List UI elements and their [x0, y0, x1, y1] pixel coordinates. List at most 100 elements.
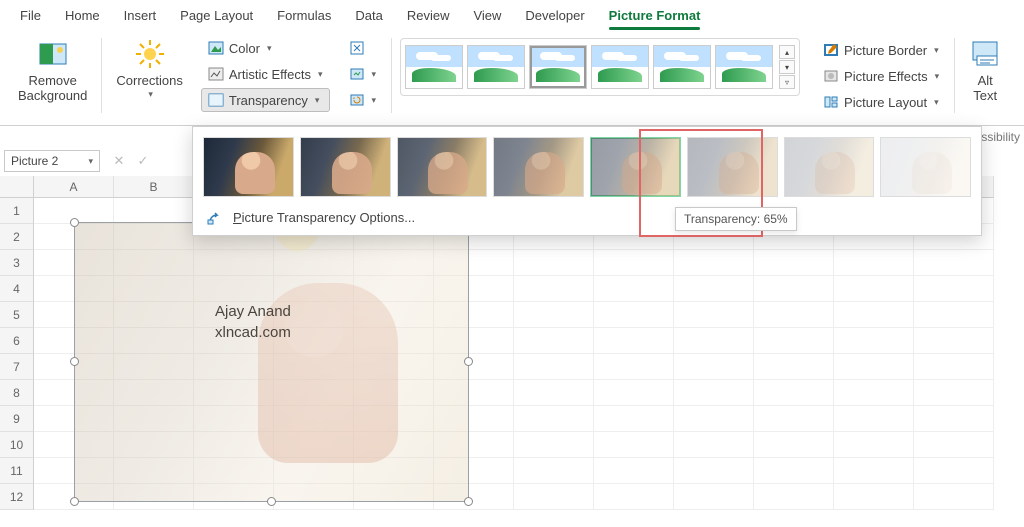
cell[interactable]: [674, 432, 754, 458]
style-thumb[interactable]: [467, 45, 525, 89]
resize-handle[interactable]: [70, 357, 79, 366]
cell[interactable]: [594, 328, 674, 354]
cell[interactable]: [594, 380, 674, 406]
style-thumb[interactable]: [653, 45, 711, 89]
picture-styles-gallery[interactable]: ▴ ▾ ▿: [400, 38, 800, 96]
cancel-formula-button[interactable]: ✕: [110, 152, 128, 170]
picture-effects-button[interactable]: Picture Effects▾: [816, 64, 946, 88]
row-header[interactable]: 8: [0, 380, 34, 406]
cell[interactable]: [754, 328, 834, 354]
cell[interactable]: [594, 406, 674, 432]
transparency-preset[interactable]: [397, 137, 488, 197]
transparency-preset[interactable]: [300, 137, 391, 197]
cell[interactable]: [834, 354, 914, 380]
row-header[interactable]: 9: [0, 406, 34, 432]
cell[interactable]: [514, 250, 594, 276]
cell[interactable]: [674, 380, 754, 406]
cell[interactable]: [834, 432, 914, 458]
resize-handle[interactable]: [70, 218, 79, 227]
style-thumb[interactable]: [529, 45, 587, 89]
cell[interactable]: [674, 458, 754, 484]
cell[interactable]: [674, 406, 754, 432]
row-header[interactable]: 3: [0, 250, 34, 276]
cell[interactable]: [914, 328, 994, 354]
name-box[interactable]: Picture 2 ▾: [4, 150, 100, 172]
cell[interactable]: [754, 406, 834, 432]
tab-home[interactable]: Home: [53, 2, 112, 29]
resize-handle[interactable]: [70, 497, 79, 506]
tab-page-layout[interactable]: Page Layout: [168, 2, 265, 29]
compress-pictures-button[interactable]: [342, 36, 384, 60]
style-thumb[interactable]: [715, 45, 773, 89]
cell[interactable]: [114, 198, 194, 224]
row-header[interactable]: 6: [0, 328, 34, 354]
tab-review[interactable]: Review: [395, 2, 462, 29]
cell[interactable]: [514, 354, 594, 380]
column-header[interactable]: B: [114, 176, 194, 198]
cell[interactable]: [514, 406, 594, 432]
cell[interactable]: [754, 484, 834, 510]
enter-formula-button[interactable]: ✓: [134, 152, 152, 170]
transparency-preset[interactable]: [880, 137, 971, 197]
cell[interactable]: [834, 458, 914, 484]
transparency-button[interactable]: Transparency▾: [201, 88, 330, 112]
cell[interactable]: [754, 458, 834, 484]
row-header[interactable]: 7: [0, 354, 34, 380]
cell[interactable]: [514, 432, 594, 458]
tab-data[interactable]: Data: [343, 2, 394, 29]
row-header[interactable]: 5: [0, 302, 34, 328]
picture-border-button[interactable]: Picture Border▾: [816, 38, 946, 62]
transparency-preset[interactable]: [493, 137, 584, 197]
cell[interactable]: [594, 302, 674, 328]
cell[interactable]: [914, 380, 994, 406]
cell[interactable]: [754, 276, 834, 302]
cell[interactable]: [914, 302, 994, 328]
resize-handle[interactable]: [267, 497, 276, 506]
remove-background-button[interactable]: Remove Background: [12, 34, 93, 106]
cell[interactable]: [674, 328, 754, 354]
select-all-corner[interactable]: [0, 176, 34, 198]
cell[interactable]: [594, 354, 674, 380]
cell[interactable]: [594, 250, 674, 276]
gallery-up-button[interactable]: ▴: [779, 45, 795, 59]
row-header[interactable]: 12: [0, 484, 34, 510]
resize-handle[interactable]: [464, 497, 473, 506]
cell[interactable]: [594, 432, 674, 458]
cell[interactable]: [754, 250, 834, 276]
column-header[interactable]: A: [34, 176, 114, 198]
picture-layout-button[interactable]: Picture Layout▾: [816, 90, 946, 114]
corrections-button[interactable]: Corrections ▾: [110, 34, 188, 101]
cell[interactable]: [914, 484, 994, 510]
cell[interactable]: [914, 406, 994, 432]
reset-picture-button[interactable]: ▾: [342, 88, 384, 112]
cell[interactable]: [514, 458, 594, 484]
transparency-preset[interactable]: [590, 137, 681, 197]
cell[interactable]: [594, 484, 674, 510]
cell[interactable]: [674, 250, 754, 276]
artistic-effects-button[interactable]: Artistic Effects▾: [201, 62, 330, 86]
tab-insert[interactable]: Insert: [112, 2, 169, 29]
cell[interactable]: [834, 484, 914, 510]
transparency-preset[interactable]: [687, 137, 778, 197]
tab-view[interactable]: View: [461, 2, 513, 29]
cell[interactable]: [834, 276, 914, 302]
cell[interactable]: [754, 302, 834, 328]
tab-picture-format[interactable]: Picture Format: [597, 2, 713, 29]
cell[interactable]: [914, 276, 994, 302]
cell[interactable]: [834, 328, 914, 354]
row-header[interactable]: 4: [0, 276, 34, 302]
cell[interactable]: [754, 380, 834, 406]
cell[interactable]: [674, 302, 754, 328]
cell[interactable]: [914, 250, 994, 276]
cell[interactable]: [514, 380, 594, 406]
cell[interactable]: [594, 458, 674, 484]
cell[interactable]: [674, 276, 754, 302]
cell[interactable]: [914, 432, 994, 458]
resize-handle[interactable]: [464, 357, 473, 366]
cell[interactable]: [594, 276, 674, 302]
picture-transparency-options-button[interactable]: Picture Transparency Options...: [201, 201, 973, 227]
row-header[interactable]: 1: [0, 198, 34, 224]
alt-text-button[interactable]: Alt Text: [963, 34, 1007, 106]
transparency-preset[interactable]: [784, 137, 875, 197]
cell[interactable]: [834, 302, 914, 328]
